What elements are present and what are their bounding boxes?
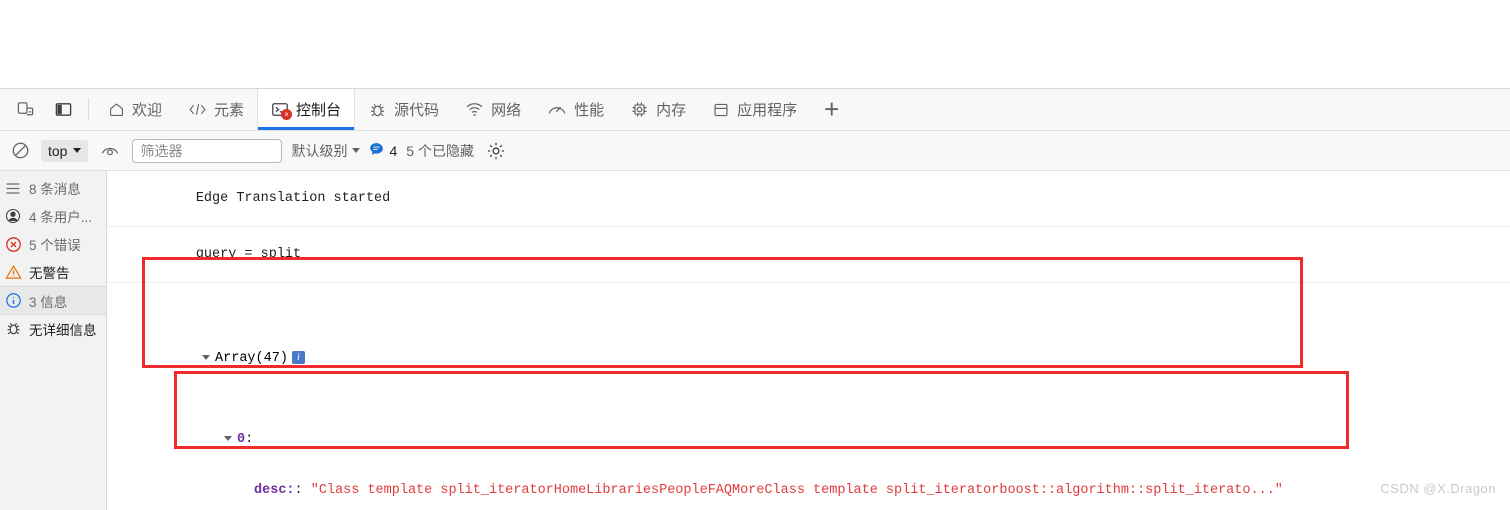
log-level-select[interactable]: 默认级别 [291,141,361,161]
database-icon [712,101,730,119]
wifi-icon [465,101,484,118]
console-message-row[interactable]: query = split [107,227,1510,283]
sidebar-item-warnings[interactable]: 无警告 [0,258,106,286]
tab-sources[interactable]: 源代码 [355,89,452,130]
gauge-icon [547,101,567,118]
tab-label: 应用程序 [737,102,798,119]
tab-performance[interactable]: 性能 [534,89,617,130]
tab-memory[interactable]: 内存 [617,89,699,130]
console-terminal-icon: × [271,101,293,120]
array-label: Array(47) [215,351,288,366]
sidebar-item-user-messages[interactable]: 4 条用户... [0,202,106,230]
filter-input[interactable] [132,138,283,163]
console-message-text: Edge Translation started [195,191,391,206]
console-body: 8 条消息 4 条用户... 5 个错误 无警告 3 信息 无详细信息 Edge… [0,171,1510,510]
info-icon [3,292,23,309]
sidebar-item-label: 5 个错误 [29,238,81,253]
message-count-value: 4 [389,142,398,159]
page-content-area [0,0,1510,88]
tab-elements[interactable]: 元素 [175,89,257,130]
console-toolbar: top 默认级别 4 5 个已隐藏 [0,131,1510,171]
chevron-down-icon[interactable] [202,354,211,360]
sidebar-item-label: 8 条消息 [29,182,81,197]
execution-context-select[interactable]: top [41,139,89,162]
property-key: desc: [254,483,295,498]
home-icon [108,101,125,118]
chip-icon [630,100,649,119]
add-tab-button[interactable]: + [810,89,853,130]
console-message-text: query = split [195,247,302,262]
sidebar-item-label: 无警告 [29,266,70,281]
array-entry-header[interactable]: 0: [121,408,1510,447]
tab-application[interactable]: 应用程序 [699,89,810,130]
devtools-tab-strip: 欢迎 元素 × 控制台 源代码 网络 性能 内存 应用程序 + [0,89,1510,131]
message-bubble-icon [369,142,384,159]
hidden-messages-label[interactable]: 5 个已隐藏 [406,141,474,161]
sidebar-item-info[interactable]: 3 信息 [0,286,106,314]
gear-icon[interactable] [483,141,509,161]
sidebar-item-label: 无详细信息 [29,322,97,338]
code-brackets-icon [188,101,207,118]
sidebar-item-label: 4 条用户... [29,210,93,225]
bug-icon [368,101,387,119]
clear-console-icon[interactable] [8,139,32,163]
tab-label: 元素 [214,102,245,119]
array-entry-index: 0 [237,432,246,447]
chevron-down-icon [73,148,82,153]
console-error-badge: × [281,109,293,120]
console-message-row[interactable]: Edge Translation started [107,171,1510,227]
inspect-element-icon[interactable] [6,89,44,130]
user-msg-icon [3,208,23,224]
message-count-indicator[interactable]: 4 [369,142,397,159]
tab-label: 网络 [491,102,522,119]
sidebar-item-verbose[interactable]: 无详细信息 [0,314,106,342]
tab-label: 内存 [656,102,687,119]
tab-label: 源代码 [394,102,440,119]
live-expression-icon[interactable] [97,143,123,159]
tab-console[interactable]: × 控制台 [257,89,356,130]
property-value: "Class template split_iteratorHomeLibrar… [310,483,1283,498]
verbose-icon [3,320,23,337]
chevron-down-icon [352,148,361,153]
object-property-row: desc:: "Class template split_iteratorHom… [254,483,1283,498]
sidebar-item-errors[interactable]: 5 个错误 [0,230,106,258]
toolbar-divider [88,98,89,121]
warning-icon [3,264,23,280]
log-level-label: 默认级别 [291,142,348,159]
tab-label: 控制台 [296,102,342,119]
tab-label: 性能 [574,102,605,119]
tab-welcome[interactable]: 欢迎 [95,89,175,130]
sidebar-item-label: 3 信息 [29,294,68,310]
array-group-header[interactable]: Array(47) i [121,327,1510,366]
error-icon [3,236,23,253]
execution-context-value: top [48,142,68,159]
console-sidebar: 8 条消息 4 条用户... 5 个错误 无警告 3 信息 无详细信息 [0,171,107,510]
devtools-panel: 欢迎 元素 × 控制台 源代码 网络 性能 内存 应用程序 + top 筛选器 … [0,88,1510,510]
info-badge-icon[interactable]: i [291,350,305,364]
sidebar-item-messages[interactable]: 8 条消息 [0,174,106,202]
tab-network[interactable]: 网络 [452,89,534,130]
tab-label: 欢迎 [132,102,163,119]
chevron-down-icon[interactable] [224,435,233,441]
dock-panel-icon[interactable] [44,89,82,130]
console-output[interactable]: Edge Translation started query = split A… [107,171,1510,510]
messages-icon [3,182,23,195]
